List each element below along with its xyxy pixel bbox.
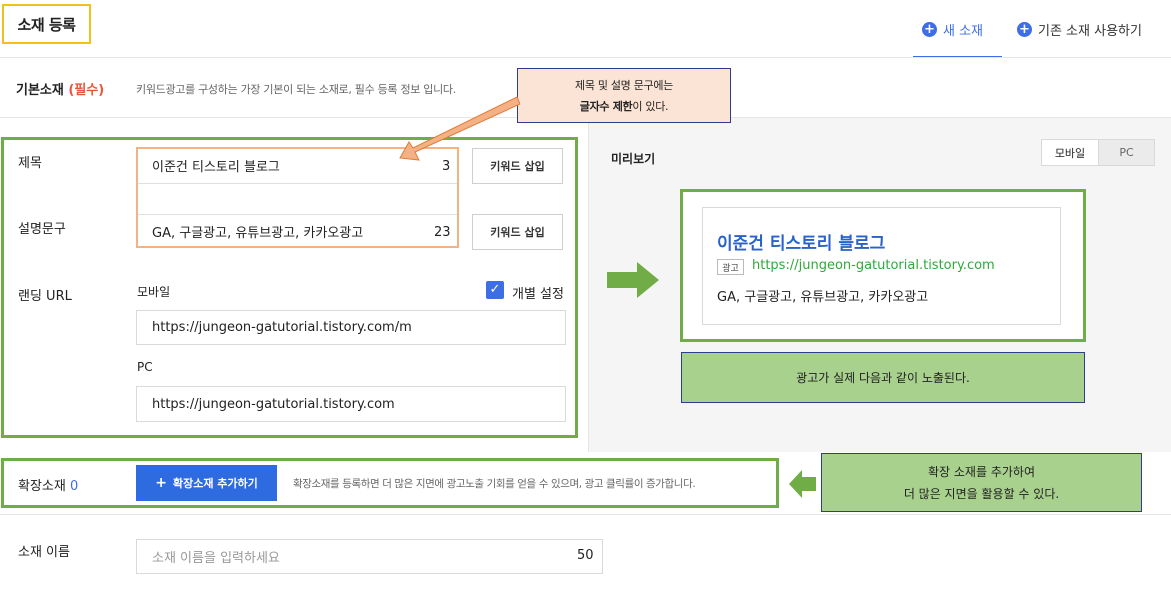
preview-pc-toggle[interactable]: PC [1098,139,1155,166]
ad-preview-description: GA, 구글광고, 유튜브광고, 카카오광고 [717,290,929,305]
extension-description: 확장소재를 등록하면 더 많은 지면에 광고노출 기회를 얻을 수 있으며, 광… [293,478,696,490]
section-divider [0,514,1171,515]
extension-note-line2: 더 많은 지면을 활용할 수 있다. [903,486,1060,501]
ad-badge: 광고 [717,259,744,275]
right-arrow-icon [607,262,659,298]
left-arrow-icon [789,470,816,498]
creative-name-placeholder: 소재 이름을 입력하세요 [152,551,280,566]
tab-existing-creative[interactable]: + 기존 소재 사용하기 [1017,14,1142,44]
preview-label: 미리보기 [611,152,656,166]
extension-count: 0 [69,479,79,494]
extension-note-line1: 확장 소재를 추가하여 [928,464,1035,479]
callout-arrow-icon [399,96,520,161]
extension-label-text: 확장소재 [18,479,66,494]
callout-rest: 이 있다. [632,99,669,113]
extension-note: 확장 소재를 추가하여 더 많은 지면을 활용할 수 있다. [821,453,1142,512]
plus-circle-icon: + [922,21,937,37]
basic-label-text: 기본소재 [16,83,64,98]
callout-line1: 제목 및 설명 문구에는 [575,78,673,92]
callout-bold: 글자수 제한 [579,99,633,113]
tab-new-label: 새 소재 [943,23,984,39]
tab-existing-label: 기존 소재 사용하기 [1038,23,1142,39]
basic-section-label: 기본소재 (필수) [16,79,104,98]
callout-line2: 글자수 제한이 있다. [580,96,669,117]
tab-new-creative[interactable]: + 새 소재 [922,14,983,44]
plus-circle-icon: + [1017,21,1032,37]
extension-label: 확장소재 0 [18,475,78,494]
char-limit-callout: 제목 및 설명 문구에는 글자수 제한이 있다. [517,68,731,123]
creative-name-input[interactable]: 소재 이름을 입력하세요 [136,539,603,574]
form-highlight-box [1,137,578,438]
creative-name-char-count: 50 [577,548,594,563]
page-title: 소재 등록 [2,4,91,44]
header-divider [0,57,1171,58]
panel-divider [588,118,589,452]
plus-icon: + [155,475,167,491]
ad-preview-url: https://jungeon-gatutorial.tistory.com [752,258,995,273]
ad-preview-title: 이준건 티스토리 블로그 [717,234,886,254]
preview-mobile-toggle[interactable]: 모바일 [1041,139,1099,166]
add-extension-label: 확장소재 추가하기 [172,477,258,490]
creative-name-label: 소재 이름 [18,545,70,560]
required-badge: (필수) [68,83,105,98]
add-extension-button[interactable]: + 확장소재 추가하기 [136,465,277,501]
preview-note: 광고가 실제 다음과 같이 노출된다. [681,352,1085,403]
